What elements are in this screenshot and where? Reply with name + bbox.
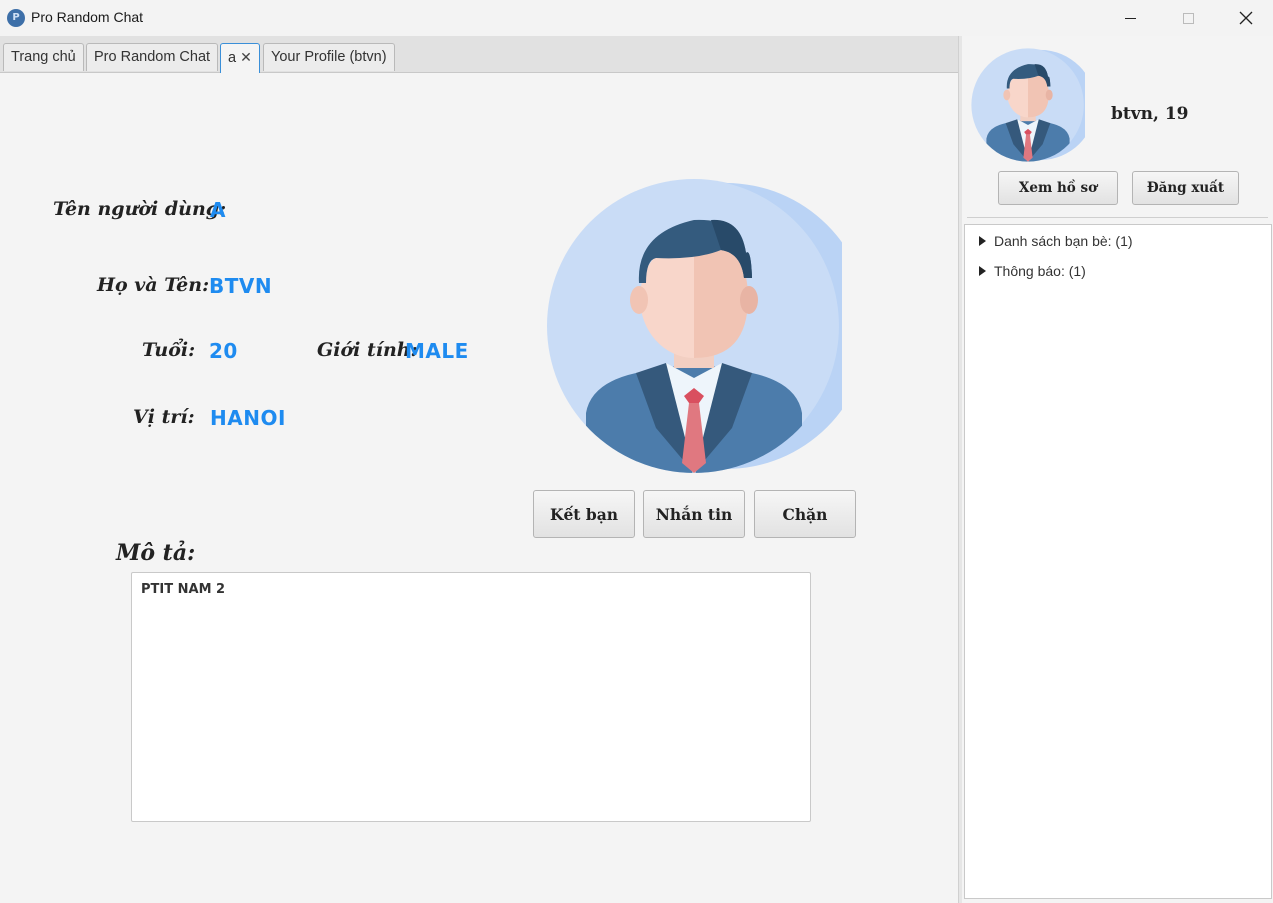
logout-button[interactable]: Đăng xuất bbox=[1132, 171, 1239, 205]
app-window: P Pro Random Chat Trang chủ Pro Random C… bbox=[0, 0, 1273, 903]
tree-item-friends[interactable]: Danh sách bạn bè: (1) bbox=[979, 233, 1133, 249]
maximize-icon bbox=[1182, 12, 1194, 24]
sidebar-separator bbox=[967, 217, 1268, 218]
app-logo-icon: P bbox=[7, 9, 25, 27]
tab-close-icon[interactable]: ✕ bbox=[240, 49, 252, 65]
sidebar-pane: btvn, 19 Xem hồ sơ Đăng xuất Danh sách b… bbox=[962, 36, 1273, 903]
user-avatar-icon bbox=[547, 179, 842, 473]
gender-value: MALE bbox=[405, 339, 469, 363]
fullname-label: Họ và Tên: bbox=[97, 274, 210, 296]
current-user-avatar-icon bbox=[971, 48, 1085, 162]
tree-item-notifications[interactable]: Thông báo: (1) bbox=[979, 263, 1086, 279]
view-profile-button[interactable]: Xem hồ sơ bbox=[998, 171, 1118, 205]
tab-label: a bbox=[228, 50, 237, 66]
location-label: Vị trí: bbox=[133, 406, 195, 428]
minimize-button[interactable] bbox=[1101, 0, 1159, 36]
current-user-name: btvn, 19 bbox=[1111, 104, 1189, 124]
close-icon bbox=[1239, 11, 1253, 25]
gender-label: Giới tính: bbox=[317, 339, 418, 361]
add-friend-button[interactable]: Kết bạn bbox=[533, 490, 635, 538]
minimize-icon bbox=[1124, 17, 1136, 19]
close-window-button[interactable] bbox=[1217, 0, 1273, 36]
username-value: A bbox=[210, 198, 226, 222]
expand-arrow-icon[interactable] bbox=[979, 266, 986, 276]
tab-pro-random-chat[interactable]: Pro Random Chat bbox=[86, 43, 219, 71]
username-label: Tên người dùng: bbox=[53, 198, 227, 220]
fullname-value: BTVN bbox=[209, 274, 273, 298]
description-label: Mô tả: bbox=[116, 540, 196, 566]
profile-pane: Trang chủ Pro Random Chat a ✕ Your Profil… bbox=[0, 36, 958, 903]
tab-bar: Trang chủ Pro Random Chat a ✕ Your Profil… bbox=[0, 36, 958, 73]
tab-user-a[interactable]: a ✕ bbox=[220, 43, 260, 73]
tree-item-label: Danh sách bạn bè: (1) bbox=[994, 233, 1133, 249]
description-text: PTIT NAM 2 bbox=[141, 582, 226, 597]
description-textarea[interactable]: PTIT NAM 2 bbox=[131, 572, 811, 822]
send-message-button[interactable]: Nhắn tin bbox=[643, 490, 745, 538]
title-bar: P Pro Random Chat bbox=[0, 0, 1273, 36]
age-label: Tuổi: bbox=[142, 339, 196, 361]
location-value: HANOI bbox=[210, 406, 286, 430]
block-button[interactable]: Chặn bbox=[754, 490, 856, 538]
tab-your-profile[interactable]: Your Profile (btvn) bbox=[263, 43, 395, 71]
window-title: Pro Random Chat bbox=[31, 9, 144, 25]
maximize-button[interactable] bbox=[1159, 0, 1217, 36]
tree-item-label: Thông báo: (1) bbox=[994, 263, 1086, 279]
tab-home[interactable]: Trang chủ bbox=[3, 43, 84, 71]
age-value: 20 bbox=[209, 339, 238, 363]
sidebar-tree: Danh sách bạn bè: (1) Thông báo: (1) bbox=[964, 224, 1272, 899]
expand-arrow-icon[interactable] bbox=[979, 236, 986, 246]
